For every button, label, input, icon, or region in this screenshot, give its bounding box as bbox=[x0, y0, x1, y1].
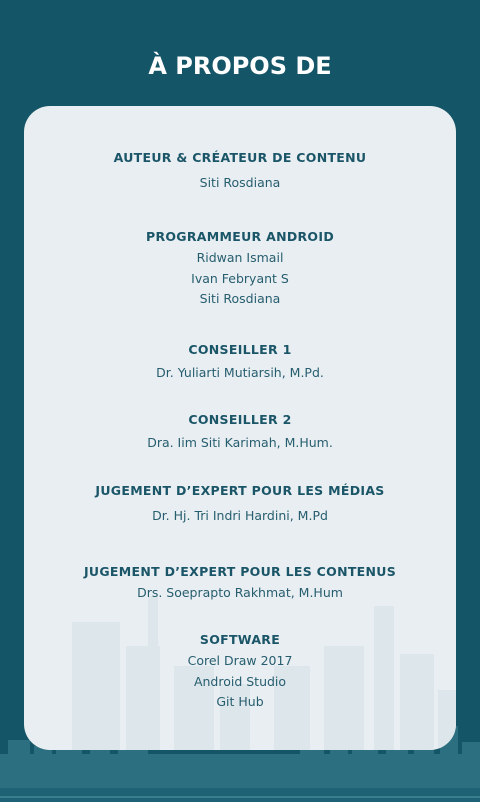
section-heading: AUTEUR & CRÉATEUR DE CONTENU bbox=[113, 150, 367, 165]
advisor-2-section: CONSEILLER 2 Dra. Iim Siti Karimah, M.Hu… bbox=[24, 412, 456, 454]
section-heading: SOFTWARE bbox=[199, 632, 281, 647]
section-heading: JUGEMENT D’EXPERT POUR LES CONTENUS bbox=[83, 564, 397, 579]
section-heading: PROGRAMMEUR ANDROID bbox=[145, 229, 334, 244]
section-heading: CONSEILLER 1 bbox=[188, 342, 292, 357]
about-card: AUTEUR & CRÉATEUR DE CONTENU Siti Rosdia… bbox=[24, 106, 456, 750]
media-expert-section: JUGEMENT D’EXPERT POUR LES MÉDIAS Dr. Hj… bbox=[24, 483, 456, 527]
content-expert-section: JUGEMENT D’EXPERT POUR LES CONTENUS Drs.… bbox=[24, 564, 456, 604]
page-title: À PROPOS DE bbox=[148, 52, 332, 80]
credit-name: Dr. Hj. Tri Indri Hardini, M.Pd bbox=[152, 508, 328, 523]
section-heading: CONSEILLER 2 bbox=[188, 412, 292, 427]
software-name: Android Studio bbox=[193, 673, 287, 689]
software-name: Git Hub bbox=[216, 694, 264, 709]
software-section: SOFTWARE Corel Draw 2017 Android Studio … bbox=[24, 632, 456, 713]
credit-name: Drs. Soeprapto Rakhmat, M.Hum bbox=[137, 585, 343, 600]
credit-name: Siti Rosdiana bbox=[199, 175, 281, 190]
software-name: Corel Draw 2017 bbox=[187, 653, 293, 668]
credit-name: Ridwan Ismail bbox=[196, 250, 284, 265]
credit-name: Dra. Iim Siti Karimah, M.Hum. bbox=[147, 435, 333, 450]
advisor-1-section: CONSEILLER 1 Dr. Yuliarti Mutiarsih, M.P… bbox=[24, 342, 456, 384]
section-heading: JUGEMENT D’EXPERT POUR LES MÉDIAS bbox=[95, 483, 385, 498]
credit-name: Dr. Yuliarti Mutiarsih, M.Pd. bbox=[156, 365, 324, 380]
credit-name: Siti Rosdiana bbox=[199, 291, 281, 306]
credit-name: Ivan Febryant S bbox=[191, 270, 289, 286]
author-section: AUTEUR & CRÉATEUR DE CONTENU Siti Rosdia… bbox=[24, 150, 456, 194]
android-programmer-section: PROGRAMMEUR ANDROID Ridwan Ismail Ivan F… bbox=[24, 229, 456, 310]
